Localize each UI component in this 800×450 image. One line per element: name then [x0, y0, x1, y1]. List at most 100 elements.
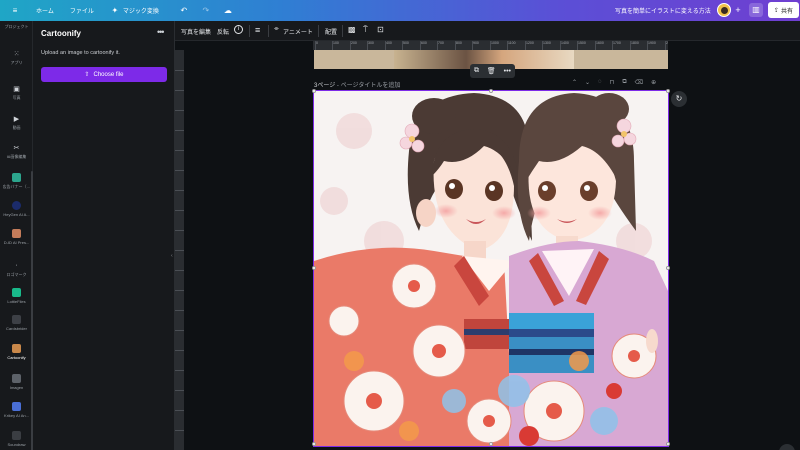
rail-item-ai-edit[interactable]: ✂ AI画像編集 [0, 143, 33, 160]
cloud-save-status[interactable]: ☁ [217, 6, 239, 16]
animate-button[interactable]: アニメート [283, 27, 313, 36]
transparency-icon[interactable]: ▩ [348, 25, 356, 34]
menu-button[interactable]: ≡ [0, 6, 28, 16]
ruler-tick: 1400 [560, 41, 569, 50]
duplicate-icon[interactable]: ⧉ [474, 67, 479, 75]
selection-handle[interactable] [312, 442, 316, 446]
ruler-tick: 1700 [612, 41, 621, 50]
delete-page-icon[interactable]: ⌫ [635, 79, 643, 86]
rail-item-krikey[interactable]: Krikey AI An... [0, 402, 33, 418]
info-icon[interactable]: i [234, 25, 243, 34]
position-button[interactable]: 配置 [325, 27, 337, 36]
paint-roller-icon[interactable]: ⍑ [363, 25, 368, 35]
selection-handle[interactable] [312, 89, 316, 93]
selection-handle[interactable] [666, 266, 670, 270]
rail-item-label: Krikey AI An... [4, 413, 29, 418]
more-icon[interactable]: ••• [504, 68, 511, 75]
ruler-tick [175, 430, 184, 431]
ruler-tick: 100 [332, 41, 339, 50]
rail-item-label: AI画像編集 [6, 154, 27, 159]
add-collaborator-button[interactable]: + [733, 5, 743, 15]
rail-item-imagen[interactable]: Imagen [0, 374, 33, 390]
rail-item-cartoonify[interactable]: Cartoonify [0, 344, 33, 360]
logo-mark-icon: · [15, 262, 18, 269]
choose-file-button[interactable]: ⇧ Choose file [41, 67, 167, 82]
home-button[interactable]: ホーム [28, 6, 62, 15]
ruler-tick: 1300 [542, 41, 551, 50]
ruler-tick: 600 [420, 41, 427, 50]
redo-button[interactable]: ↷ [195, 6, 217, 16]
document-title[interactable]: 写真を簡単にイラストに変える方法 [615, 6, 711, 15]
toolbar-separator [342, 25, 343, 37]
rail-item-apps[interactable]: ⁙ アプリ [0, 49, 33, 66]
avatar[interactable] [717, 3, 731, 17]
hide-icon[interactable]: ◌ [598, 79, 602, 86]
page-title-placeholder[interactable]: ページタイトルを追加 [341, 83, 401, 89]
rail-item-videos[interactable]: ▶ 動画 [0, 114, 33, 131]
page-label[interactable]: 3ページ - ページタイトルを追加 [314, 80, 400, 89]
selection-handle[interactable] [489, 442, 493, 446]
rail-item-photos[interactable]: ▣ 写真 [0, 84, 33, 101]
border-style-icon[interactable]: ≡ [255, 25, 260, 35]
lock-icon[interactable]: ⊡ [377, 25, 384, 34]
bar-chart-icon: ▥ [752, 5, 760, 14]
ruler-tick: 1100 [507, 41, 516, 50]
rail-item-heygen[interactable]: HeyGen AI A... [0, 201, 33, 217]
insights-button[interactable]: ▥ [749, 3, 763, 17]
ruler-tick: 300 [367, 41, 374, 50]
selection-handle[interactable] [312, 266, 316, 270]
chevron-up-icon[interactable]: ⌃ [572, 79, 577, 86]
cartoonify-icon [12, 344, 21, 353]
refresh-suggestions-button[interactable]: ↻ [671, 91, 687, 107]
selection-handle[interactable] [489, 89, 493, 93]
rail-item-label: HeyGen AI A... [3, 212, 30, 217]
ruler-tick: 200 [350, 41, 357, 50]
refresh-icon: ↻ [675, 94, 683, 103]
add-page-icon[interactable]: ⊕ [651, 79, 656, 86]
rail-item-soundraw[interactable]: Soundraw [0, 431, 33, 447]
krikey-icon [12, 402, 21, 411]
hamburger-icon: ≡ [12, 6, 18, 15]
rail-item-ad-banner[interactable]: 広告バナー（… [0, 173, 33, 190]
share-button[interactable]: ⇪ 共有 [768, 2, 799, 18]
selection-handle[interactable] [666, 89, 670, 93]
rail-item-label: Cartoonify [7, 355, 26, 360]
cloud-icon: ☁ [223, 6, 232, 15]
magic-switch-button[interactable]: ✦ マジック変換 [102, 6, 167, 16]
rail-item-lottiefiles[interactable]: LottieFiles [0, 288, 33, 304]
anime-illustration[interactable] [314, 91, 668, 446]
undo-button[interactable]: ↶ [173, 6, 195, 16]
ruler-tick [175, 170, 184, 171]
trash-icon[interactable]: 🗑︎ [487, 67, 496, 75]
toolbar-separator [268, 25, 269, 37]
share-label: 共有 [781, 8, 794, 15]
lock-page-icon[interactable]: ⊓ [610, 79, 615, 86]
panel-more-icon[interactable]: ••• [157, 27, 165, 37]
magic-label: マジック変換 [122, 9, 159, 15]
copy-page-icon[interactable]: ⧉ [622, 79, 626, 86]
floating-page-toolbar: ⧉ 🗑︎ ••• [470, 64, 515, 78]
rail-item-projects[interactable]: プロジェクト [0, 24, 33, 30]
app-panel: Cartoonify ••• Upload an image to cartoo… [33, 21, 175, 450]
rail-item-did[interactable]: D-ID AI Pres... [0, 229, 33, 245]
rail-item-label: 広告バナー（… [2, 184, 31, 189]
ruler-tick: 500 [402, 41, 409, 50]
file-menu[interactable]: ファイル [62, 6, 102, 15]
ruler-tick [175, 90, 184, 91]
edit-photo-button[interactable]: 写真を編集 [181, 27, 211, 36]
top-nav: ≡ ホーム ファイル ✦ マジック変換 ↶ ↷ ☁ [0, 0, 239, 21]
selection-handle[interactable] [666, 442, 670, 446]
redo-icon: ↷ [202, 6, 210, 15]
flip-button[interactable]: 反転 [217, 27, 229, 36]
ruler-tick [175, 70, 184, 71]
rail-item-logo[interactable]: · ロゴマーク [0, 261, 33, 278]
banner-app-icon [12, 173, 21, 182]
rail-item-label: Soundraw [7, 442, 26, 447]
design-page[interactable] [313, 90, 669, 447]
heygen-icon [12, 201, 21, 210]
animate-icon[interactable]: ⌯ [274, 26, 279, 33]
video-icon: ▶ [13, 115, 20, 123]
rail-item-cardsbrider[interactable]: Cardsbrider [0, 315, 33, 331]
ruler-tick: 1900 [647, 41, 656, 50]
chevron-down-icon[interactable]: ⌄ [585, 79, 590, 86]
